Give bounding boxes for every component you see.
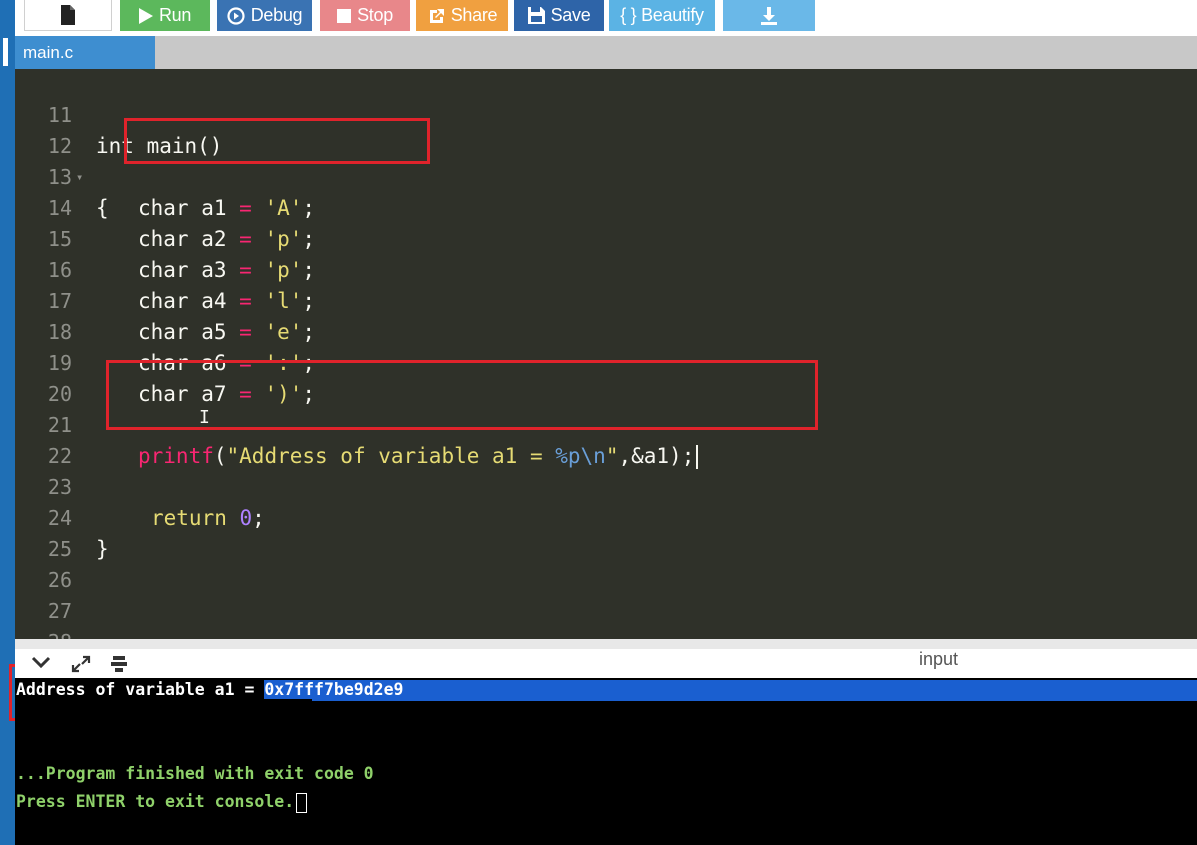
beautify-button-label: { } Beautify	[620, 5, 704, 25]
finish-message: ...Program finished with exit code 0	[16, 764, 374, 783]
sidebar-handle[interactable]	[3, 38, 8, 66]
stop-button-label: Stop	[357, 5, 393, 25]
save-button-label: Save	[550, 5, 591, 25]
output-prefix: Address of variable a1 =	[16, 680, 265, 699]
code-line: 28	[15, 596, 1197, 639]
stop-icon	[337, 8, 352, 23]
console-cursor	[296, 792, 308, 813]
save-icon	[527, 7, 545, 24]
press-enter-line: Press ENTER to exit console.	[16, 792, 308, 813]
code-line: 12 ▾ {	[15, 100, 1197, 220]
selected-address: 0x7fff7be9d2e9	[264, 680, 404, 699]
play-icon	[138, 7, 153, 24]
code-line: 14 char a2 = 'p';	[15, 162, 1197, 251]
code-line: 18 char a6 = ':';	[15, 286, 1197, 375]
code-line: 24 }	[15, 472, 1197, 561]
console-header: input	[15, 639, 1197, 678]
new-file-button[interactable]	[24, 0, 112, 31]
save-button[interactable]: Save	[514, 0, 604, 31]
download-button[interactable]	[723, 0, 815, 31]
code-line: 13 char a1 = 'A';	[15, 131, 1197, 220]
file-tab-bar: main.c	[15, 36, 1197, 69]
code-editor[interactable]: 11 int main() 12 ▾ { 13 char a1 = 'A'; 1…	[15, 69, 1197, 639]
run-button[interactable]: Run	[120, 0, 210, 31]
code-line: 16 char a4 = 'l';	[15, 224, 1197, 313]
code-line: 22	[15, 410, 1197, 468]
code-line: 25	[15, 503, 1197, 561]
code-line: 26	[15, 534, 1197, 592]
beautify-button[interactable]: { } Beautify	[609, 0, 715, 31]
share-icon	[427, 7, 445, 25]
toolbar: Run Debug Stop Share Save {} Beautify	[15, 0, 1197, 36]
code-line: 23 return 0;	[15, 441, 1197, 530]
input-tab-label[interactable]: input	[919, 649, 958, 670]
output-console[interactable]: Address of variable a1 = 0x7fff7be9d2e9 …	[15, 678, 1197, 845]
code-line: 20	[15, 348, 1197, 406]
console-controls	[30, 655, 132, 675]
tab-main-c[interactable]: main.c	[15, 36, 155, 69]
selection-highlight	[312, 680, 1197, 701]
left-sidebar-strip	[0, 0, 15, 845]
code-line: 17 char a5 = 'e';	[15, 255, 1197, 344]
code-line: 19 char a7 = ')';	[15, 317, 1197, 406]
console-output-line: Address of variable a1 = 0x7fff7be9d2e9	[16, 680, 404, 699]
debug-button[interactable]: Debug	[217, 0, 312, 31]
run-button-label: Run	[158, 5, 192, 25]
stop-button[interactable]: Stop	[320, 0, 410, 31]
code-line: 15 char a3 = 'p';	[15, 193, 1197, 282]
online-compiler-window: Run Debug Stop Share Save {} Beautify m…	[0, 0, 1197, 845]
debug-button-label: Debug	[250, 5, 303, 25]
code-line: 27	[15, 565, 1197, 623]
download-icon	[760, 6, 778, 25]
settings-icon[interactable]	[110, 655, 132, 675]
code-line: 21 printf("Address of variable a1 = %p\n…	[15, 379, 1197, 469]
press-enter-message: Press ENTER to exit console.	[16, 792, 295, 811]
expand-icon[interactable]	[70, 655, 92, 675]
code-line: 11 int main()	[15, 69, 1197, 158]
code-line: 29	[15, 627, 1197, 639]
tab-label: main.c	[23, 42, 74, 62]
chevron-down-icon[interactable]	[30, 655, 52, 675]
share-button-label: Share	[450, 5, 498, 25]
mouse-ibeam-icon: I	[199, 407, 210, 428]
debug-icon	[227, 6, 245, 25]
share-button[interactable]: Share	[416, 0, 508, 31]
file-icon	[60, 5, 76, 25]
